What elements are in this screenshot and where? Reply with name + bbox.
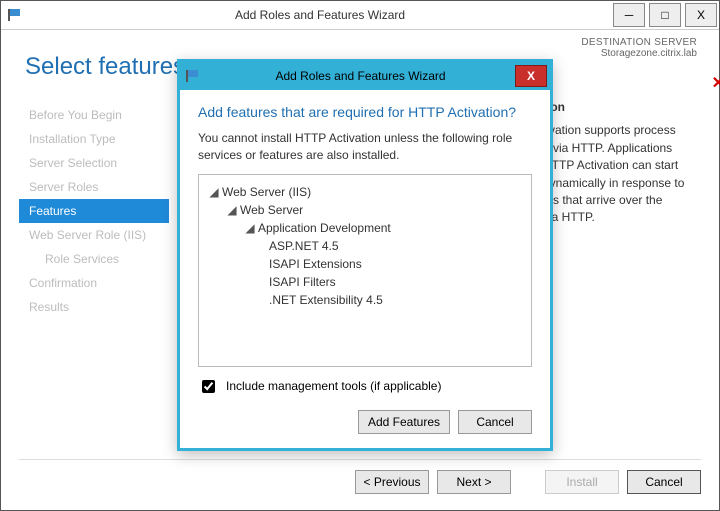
minimize-button[interactable]: ─ bbox=[613, 3, 645, 27]
window-controls: ─ □ X bbox=[611, 1, 719, 29]
window-title: Add Roles and Features Wizard bbox=[29, 8, 611, 22]
dialog-button-row: Add Features Cancel bbox=[198, 410, 532, 434]
dialog-body: Add features that are required for HTTP … bbox=[180, 90, 550, 448]
tree-leaf-isapi-ext[interactable]: ISAPI Extensions bbox=[209, 255, 521, 273]
description-body: tivation supports process n via HTTP. Ap… bbox=[543, 123, 684, 224]
dialog-titlebar: Add Roles and Features Wizard X bbox=[180, 62, 550, 90]
description-panel: tion tivation supports process n via HTT… bbox=[539, 99, 701, 469]
nav-results[interactable]: Results bbox=[19, 295, 169, 319]
wizard-button-bar: < Previous Next > Install Cancel bbox=[19, 459, 701, 494]
install-button[interactable]: Install bbox=[545, 470, 619, 494]
nav-web-server-role[interactable]: Web Server Role (IIS) bbox=[19, 223, 169, 247]
wizard-nav: Before You Begin Installation Type Serve… bbox=[19, 99, 169, 469]
tree-node-web-server[interactable]: ◢Web Server bbox=[209, 201, 521, 219]
maximize-button[interactable]: □ bbox=[649, 3, 681, 27]
tree-node-app-development[interactable]: ◢Application Development bbox=[209, 219, 521, 237]
dialog-title: Add Roles and Features Wizard bbox=[206, 69, 515, 83]
close-button[interactable]: X bbox=[685, 3, 717, 27]
include-management-tools-checkbox[interactable] bbox=[202, 380, 215, 393]
cancel-button[interactable]: Cancel bbox=[627, 470, 701, 494]
nav-server-roles[interactable]: Server Roles bbox=[19, 175, 169, 199]
next-button[interactable]: Next > bbox=[437, 470, 511, 494]
include-management-tools-row[interactable]: Include management tools (if applicable) bbox=[198, 377, 532, 396]
previous-button[interactable]: < Previous bbox=[355, 470, 429, 494]
expander-icon[interactable]: ◢ bbox=[227, 203, 237, 217]
nav-role-services[interactable]: Role Services bbox=[19, 247, 169, 271]
nav-server-selection[interactable]: Server Selection bbox=[19, 151, 169, 175]
app-icon bbox=[1, 9, 29, 21]
nav-installation-type[interactable]: Installation Type bbox=[19, 127, 169, 151]
required-features-dialog: Add Roles and Features Wizard X Add feat… bbox=[177, 59, 553, 451]
feature-tree[interactable]: ◢Web Server (IIS) ◢Web Server ◢Applicati… bbox=[198, 174, 532, 367]
dialog-cancel-button[interactable]: Cancel bbox=[458, 410, 532, 434]
nav-before-you-begin[interactable]: Before You Begin bbox=[19, 103, 169, 127]
tree-leaf-net-ext45[interactable]: .NET Extensibility 4.5 bbox=[209, 291, 521, 309]
destination-server-value: Storagezone.citrix.lab bbox=[581, 48, 697, 59]
tree-leaf-isapi-filters[interactable]: ISAPI Filters bbox=[209, 273, 521, 291]
dialog-app-icon bbox=[180, 70, 206, 82]
destination-server: Destination Server Storagezone.citrix.la… bbox=[581, 37, 697, 59]
dialog-close-button[interactable]: X bbox=[515, 65, 547, 87]
tree-node-web-server-iis[interactable]: ◢Web Server (IIS) bbox=[209, 183, 521, 201]
expander-icon[interactable]: ◢ bbox=[209, 185, 219, 199]
tree-leaf-aspnet45[interactable]: ASP.NET 4.5 bbox=[209, 237, 521, 255]
include-management-tools-label: Include management tools (if applicable) bbox=[226, 379, 441, 393]
dialog-message: You cannot install HTTP Activation unles… bbox=[198, 130, 532, 164]
nav-features[interactable]: Features bbox=[19, 199, 169, 223]
expander-icon[interactable]: ◢ bbox=[245, 221, 255, 235]
main-window: Add Roles and Features Wizard ─ □ X Dest… bbox=[0, 0, 720, 511]
nav-confirmation[interactable]: Confirmation bbox=[19, 271, 169, 295]
destination-server-label: Destination Server bbox=[581, 37, 697, 48]
page-close-icon[interactable]: ✕ bbox=[712, 73, 720, 93]
description-heading: tion bbox=[543, 99, 701, 116]
titlebar: Add Roles and Features Wizard ─ □ X bbox=[1, 1, 719, 30]
dialog-heading: Add features that are required for HTTP … bbox=[198, 104, 532, 120]
add-features-button[interactable]: Add Features bbox=[358, 410, 450, 434]
